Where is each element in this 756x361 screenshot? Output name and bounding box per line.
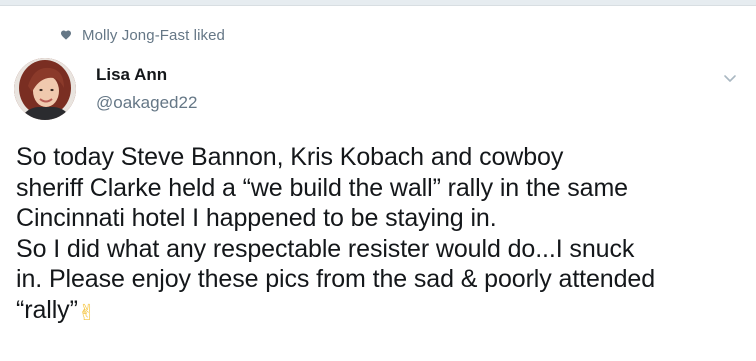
liked-by-label: Molly Jong-Fast liked	[82, 26, 225, 44]
avatar[interactable]	[14, 58, 76, 120]
tweet-line: sheriff Clarke held a “we build the wall…	[16, 173, 628, 202]
victory-hand-emoji: ✌	[77, 299, 97, 325]
tweet-last-line: “rally”✌	[16, 295, 744, 326]
social-context[interactable]: Molly Jong-Fast liked	[60, 24, 225, 46]
tweet-text: So today Steve Bannon, Kris Kobach and c…	[16, 142, 744, 325]
heart-icon	[60, 29, 72, 41]
author-info[interactable]: Lisa Ann @oakaged22	[96, 64, 197, 114]
top-divider	[0, 0, 756, 6]
tweet-line: “rally”	[16, 295, 78, 324]
tweet-line: So today Steve Bannon, Kris Kobach and c…	[16, 143, 564, 171]
chevron-down-icon[interactable]	[722, 70, 738, 86]
tweet-line: So I did what any respectable resister w…	[16, 234, 635, 263]
tweet-line: Cincinnati hotel I happened to be stayin…	[16, 204, 497, 232]
author-handle[interactable]: @oakaged22	[96, 92, 197, 114]
tweet-line: in. Please enjoy these pics from the sad…	[16, 265, 656, 293]
author-name[interactable]: Lisa Ann	[96, 64, 197, 86]
